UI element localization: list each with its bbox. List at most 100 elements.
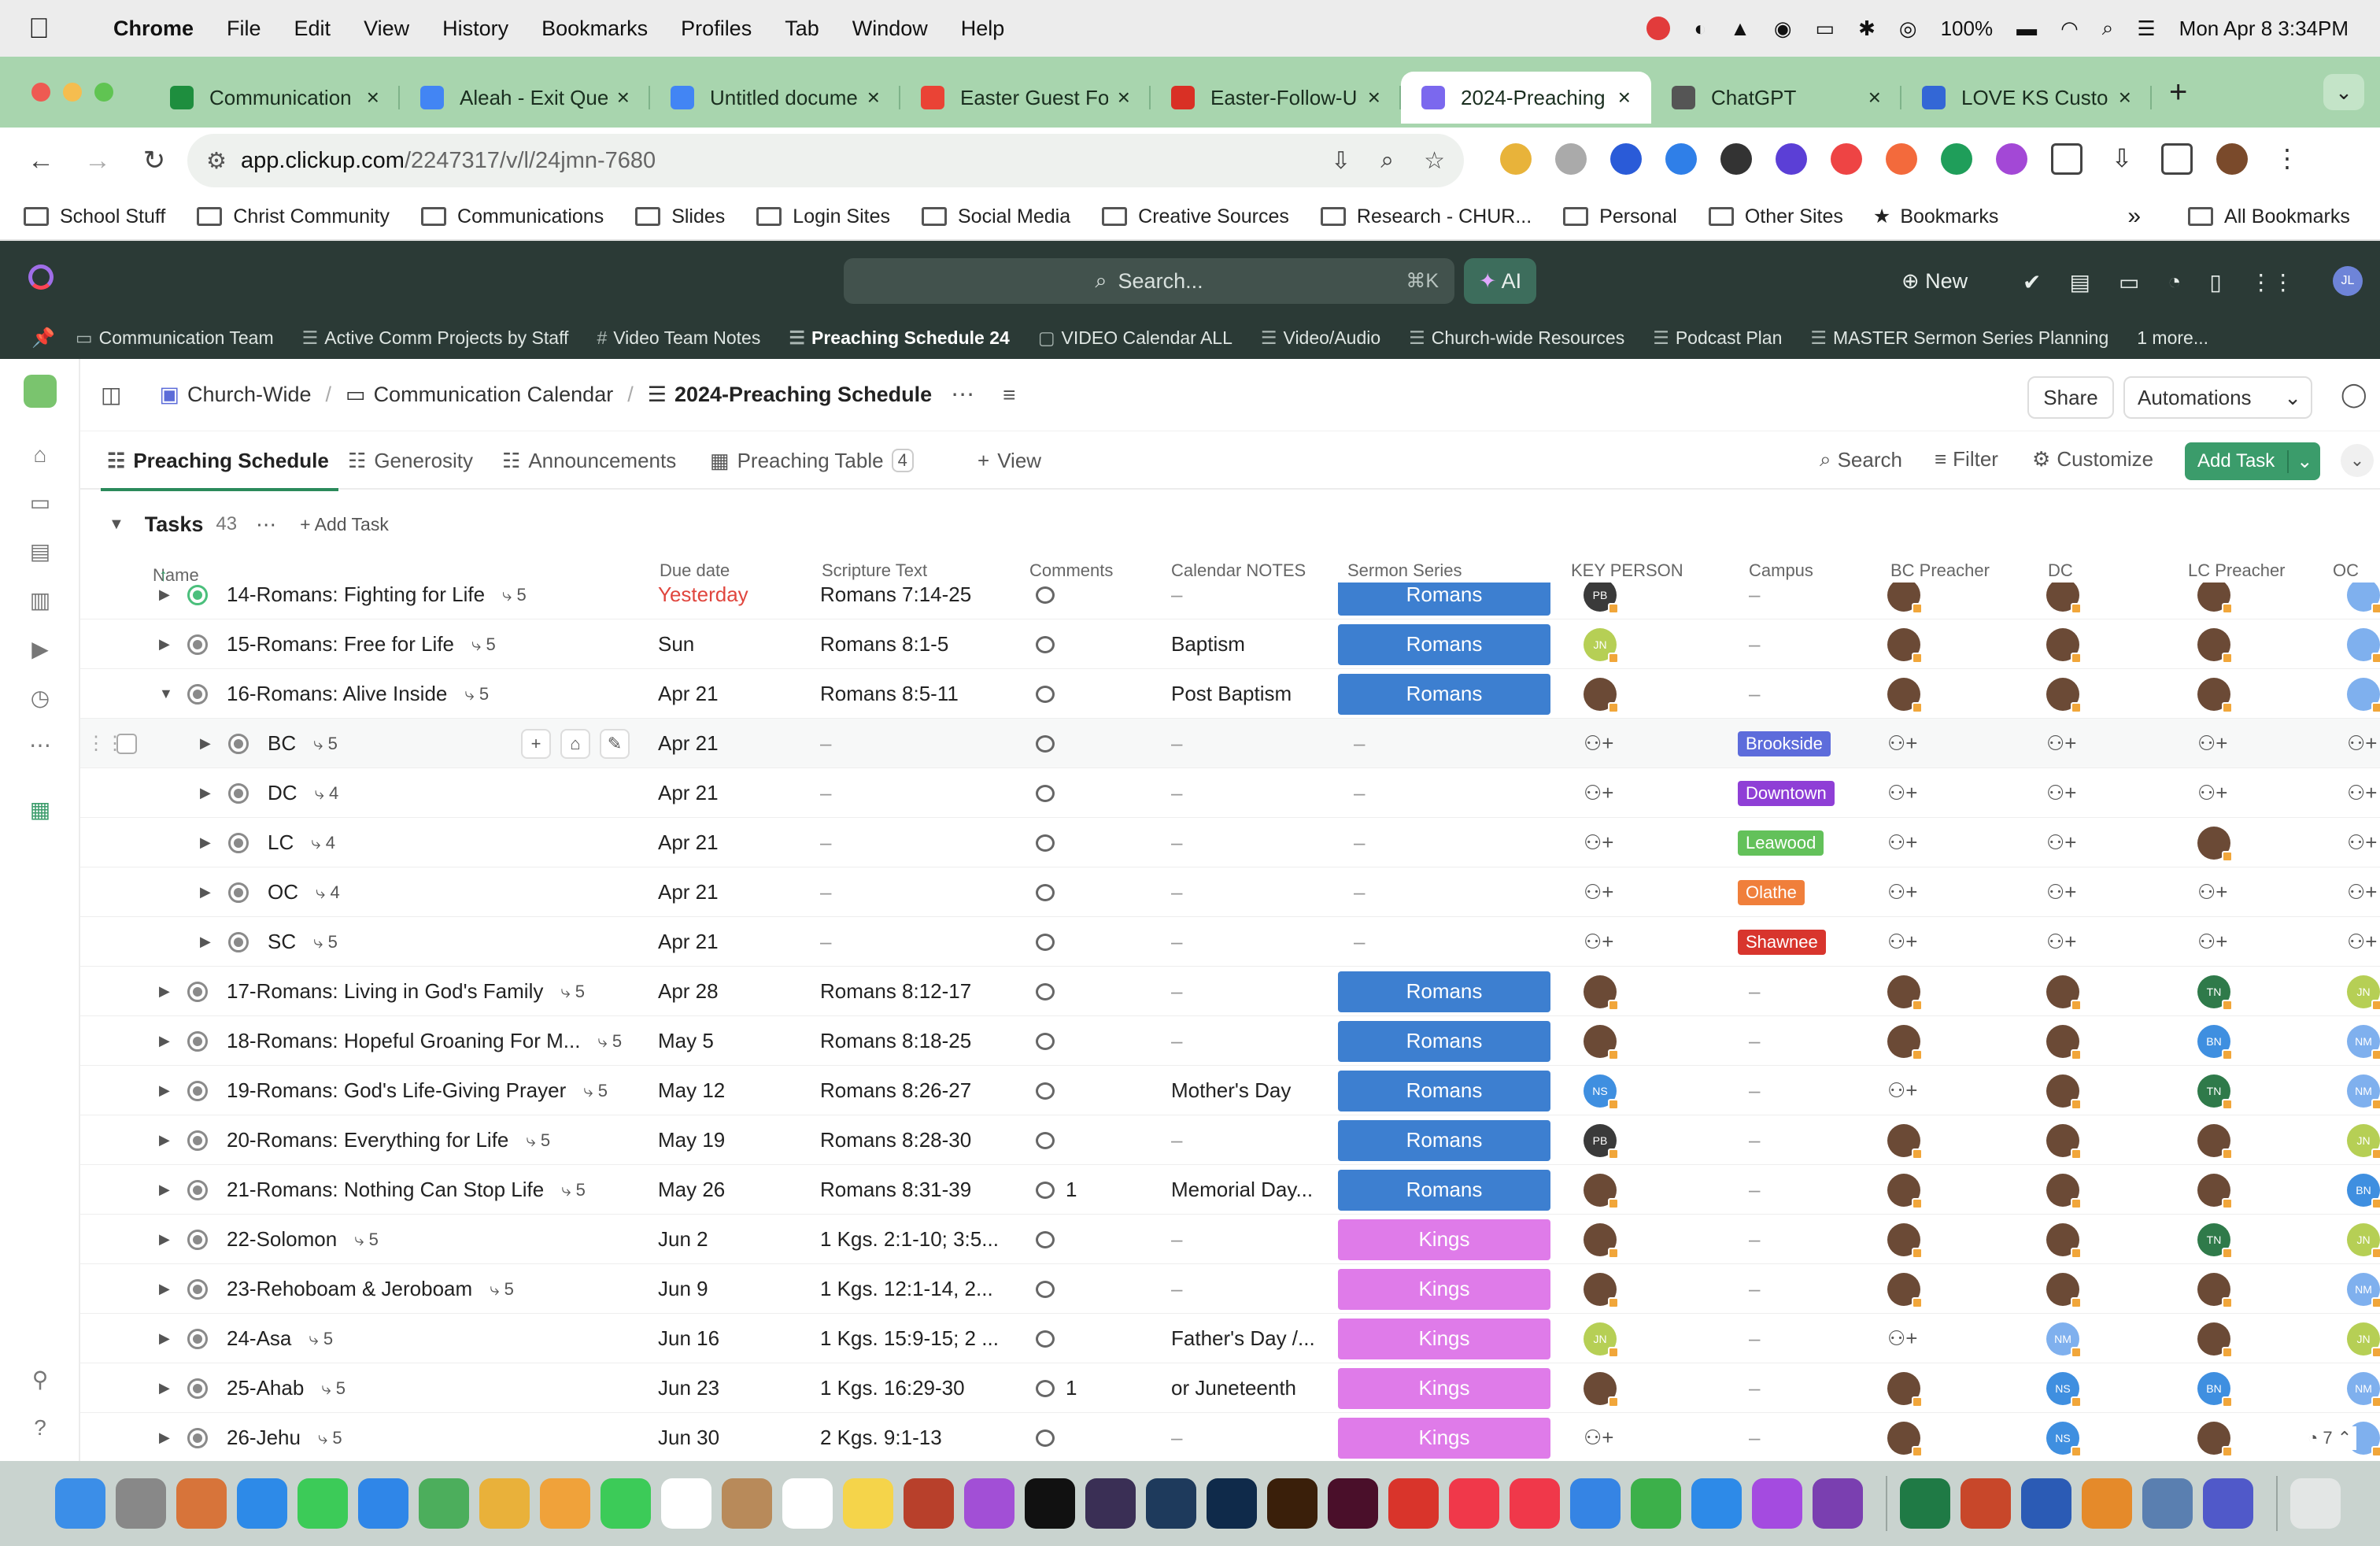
avatar[interactable]: TN [2197,975,2233,1011]
expand-row-icon[interactable]: ▶ [159,1165,170,1215]
comments-cell[interactable] [1036,1264,1055,1314]
subtask-count[interactable]: ⤷ 5 [490,1279,514,1300]
comments-cell[interactable] [1036,818,1055,867]
add-person-icon[interactable]: ⚇+ [1887,731,1918,756]
calendar-notes[interactable]: or Juneteenth [1171,1363,1296,1413]
assignee-cell[interactable]: NS [1584,1066,1619,1115]
sermon-series-cell[interactable]: Kings [1338,1314,1550,1363]
assignee-cell[interactable]: ⚇+ [2347,818,2378,867]
chat-icon[interactable]: ◯ [2341,381,2367,409]
acrobat-icon[interactable] [1388,1478,1439,1529]
browser-tab[interactable]: Communication × [150,72,400,124]
display-icon[interactable]: ▭ [1816,17,1835,41]
calendar-notes[interactable]: – [1171,1413,1182,1461]
comments-cell[interactable] [1036,1413,1055,1461]
assignee-cell[interactable]: ⚇+ [2347,768,2378,818]
lightroom-icon[interactable] [1146,1478,1196,1529]
downloads-icon[interactable]: ⇩ [2106,143,2138,175]
avatar[interactable]: JN [2347,1123,2380,1160]
comments-cell[interactable] [1036,867,1055,917]
apple-tv-icon[interactable] [1025,1478,1075,1529]
more-bookmarks-icon[interactable]: » [2127,203,2141,230]
assignee-cell[interactable]: JN [2347,1115,2380,1165]
comments-cell[interactable] [1036,1066,1055,1115]
col-key-person[interactable]: KEY PERSON [1571,560,1683,581]
extension-icon[interactable] [1776,143,1807,175]
assignee-cell[interactable] [2197,1115,2233,1165]
assignee-cell[interactable] [2197,1314,2233,1363]
reminders-icon[interactable] [782,1478,833,1529]
extension-icon[interactable] [1996,143,2027,175]
add-person-icon[interactable]: ⚇+ [1887,930,1918,954]
check-circle-icon[interactable]: ✔ [2023,269,2041,295]
task-name[interactable]: OC [268,880,298,904]
add-person-icon[interactable]: ⚇+ [2197,781,2228,805]
status-icon[interactable] [187,1030,208,1052]
browser-tab[interactable]: 2024-Preaching × [1401,72,1651,124]
bookmark-folder[interactable]: Christ Community [197,205,390,228]
add-person-icon[interactable]: ⚇+ [2347,880,2378,904]
campus-empty[interactable]: – [1749,1165,1760,1215]
col-campus[interactable]: Campus [1749,560,1813,581]
subtask-row[interactable]: ⋮⋮ ▶ BC ⤷ 5 + ⌂ ✎ Apr 21– – – ⚇+ Brookside ⚇+ ⚇+ ⚇+ ⚇+ [80,719,2380,768]
favorite-item[interactable]: ☰ Preaching Schedule 24 [789,327,1009,349]
new-tab-button[interactable]: + [2169,75,2187,110]
tab-preaching-schedule[interactable]: ☷ Preaching Schedule [101,431,338,491]
subtask-count[interactable]: ⤷ 5 [471,634,496,655]
table-row[interactable]: ▶ 24-Asa ⤷ 5 Jun 16 1 Kgs. 15:9-15; 2 ... Fat… [80,1314,2380,1363]
add-person-icon[interactable]: ⚇+ [2197,731,2228,756]
comments-cell[interactable] [1036,1215,1055,1264]
add-person-icon[interactable]: ⚇+ [1584,930,1614,954]
numbers-icon[interactable] [1631,1478,1681,1529]
calendar-notes[interactable]: – [1171,768,1182,818]
apps-grid-icon[interactable]: ⋮⋮ [2250,269,2294,295]
expand-row-icon[interactable]: ▶ [200,867,211,917]
airdrop-icon[interactable]: ◎ [1899,17,1917,41]
group-options-icon[interactable]: ⋯ [256,512,276,537]
avatar[interactable] [2046,1024,2082,1060]
close-tab-icon[interactable]: × [1618,85,1631,110]
table-row[interactable]: ▼ 16-Romans: Alive Inside ⤷ 5 Apr 21 Romans … [80,669,2380,719]
status-icon[interactable] [228,832,249,853]
close-tab-icon[interactable]: × [1368,85,1380,110]
excel-icon[interactable] [1900,1478,1950,1529]
add-person-icon[interactable]: ⚇+ [2347,731,2378,756]
avatar[interactable]: JN [2347,975,2380,1011]
task-name[interactable]: 15-Romans: Free for Life [227,632,454,656]
assignee-cell[interactable] [2046,583,2082,620]
expand-row-icon[interactable]: ▶ [159,620,170,669]
indesign-icon[interactable] [1328,1478,1378,1529]
assignee-cell[interactable] [1584,669,1619,719]
col-calendar-notes[interactable]: Calendar NOTES [1171,560,1306,581]
expand-row-icon[interactable]: ▶ [200,768,211,818]
add-person-icon[interactable]: ⚇+ [2046,880,2077,904]
col-due-date[interactable]: Due date [660,560,730,581]
bookmark-folder[interactable]: Communications [421,205,604,228]
assignee-cell[interactable] [2046,1115,2082,1165]
extension-icon[interactable] [1886,143,1917,175]
breadcrumb-list[interactable]: 2024-Preaching Schedule [674,383,932,407]
table-row[interactable]: ▶ 14-Romans: Fighting for Life ⤷ 5 Yesterda… [80,583,2380,620]
avatar[interactable]: NS [2046,1421,2082,1457]
assignee-cell[interactable] [2197,620,2233,669]
avatar[interactable]: JN [2347,1222,2380,1259]
creative-cloud-icon[interactable]: ◐ [1694,17,1706,41]
avatar[interactable]: BN [2347,1173,2380,1209]
assignee-cell[interactable] [1887,583,1923,620]
browser-tab[interactable]: Untitled docume × [650,72,900,124]
assignee-cell[interactable]: ⚇+ [2046,768,2077,818]
expand-row-icon[interactable]: ▶ [200,719,211,768]
chrome-menu-icon[interactable]: ⋮ [2271,143,2303,175]
rename-pencil-icon[interactable]: ✎ [600,728,630,759]
assignee-cell[interactable] [1887,1363,1923,1413]
favorite-item[interactable]: ☰ Church-wide Resources [1409,327,1624,349]
task-name[interactable]: 23-Rehoboam & Jeroboam [227,1277,472,1301]
assignee-cell[interactable] [2347,620,2380,669]
assignee-cell[interactable]: ⚇+ [1887,1066,1918,1115]
add-person-icon[interactable]: ⚇+ [1887,830,1918,855]
sermon-series-cell[interactable]: Romans [1338,669,1550,719]
assignee-cell[interactable] [1584,1016,1619,1066]
extension-icon[interactable] [1500,143,1532,175]
add-person-icon[interactable]: ⚇+ [1584,830,1614,855]
comments-cell[interactable] [1036,1314,1055,1363]
